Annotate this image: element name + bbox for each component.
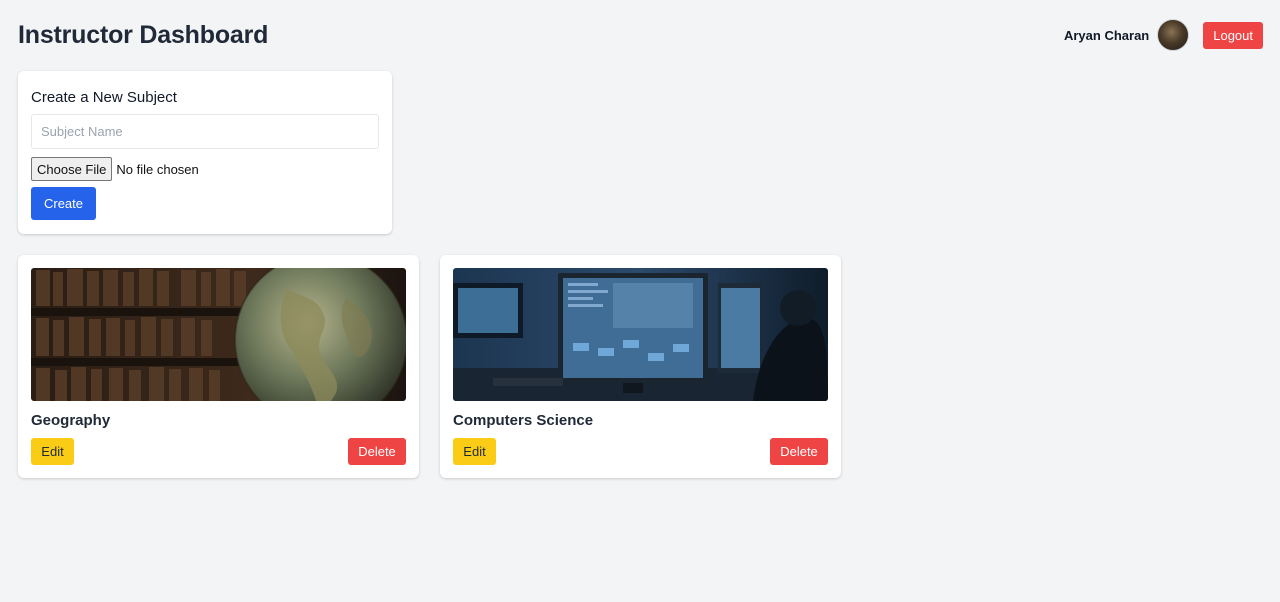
delete-button[interactable]: Delete	[770, 438, 828, 465]
subject-card-computers-science: Computers Science Edit Delete	[440, 255, 841, 478]
file-picker: Choose File No file chosen	[31, 157, 199, 181]
file-status: No file chosen	[116, 161, 199, 177]
create-button[interactable]: Create	[31, 187, 96, 220]
page-title: Instructor Dashboard	[18, 20, 269, 49]
avatar[interactable]	[1157, 19, 1190, 51]
globe-library-image	[31, 268, 406, 401]
logout-button[interactable]: Logout	[1203, 21, 1263, 49]
subject-name: Computers Science	[453, 412, 594, 429]
user-area: Aryan Charan Logout	[1064, 19, 1263, 51]
create-subject-title: Create a New Subject	[31, 89, 177, 106]
edit-button[interactable]: Edit	[31, 438, 74, 465]
subject-card-geography: Geography Edit Delete	[18, 255, 419, 478]
create-subject-card: Create a New Subject Choose File No file…	[18, 71, 392, 234]
delete-button[interactable]: Delete	[348, 438, 406, 465]
page-header: Instructor Dashboard Aryan Charan Logout	[18, 18, 1263, 52]
edit-button[interactable]: Edit	[453, 438, 496, 465]
user-name: Aryan Charan	[1063, 27, 1150, 43]
computer-workstation-image	[453, 268, 828, 401]
subject-name: Geography	[31, 412, 111, 429]
subject-name-input[interactable]	[31, 114, 379, 149]
choose-file-button[interactable]: Choose File	[31, 157, 113, 181]
